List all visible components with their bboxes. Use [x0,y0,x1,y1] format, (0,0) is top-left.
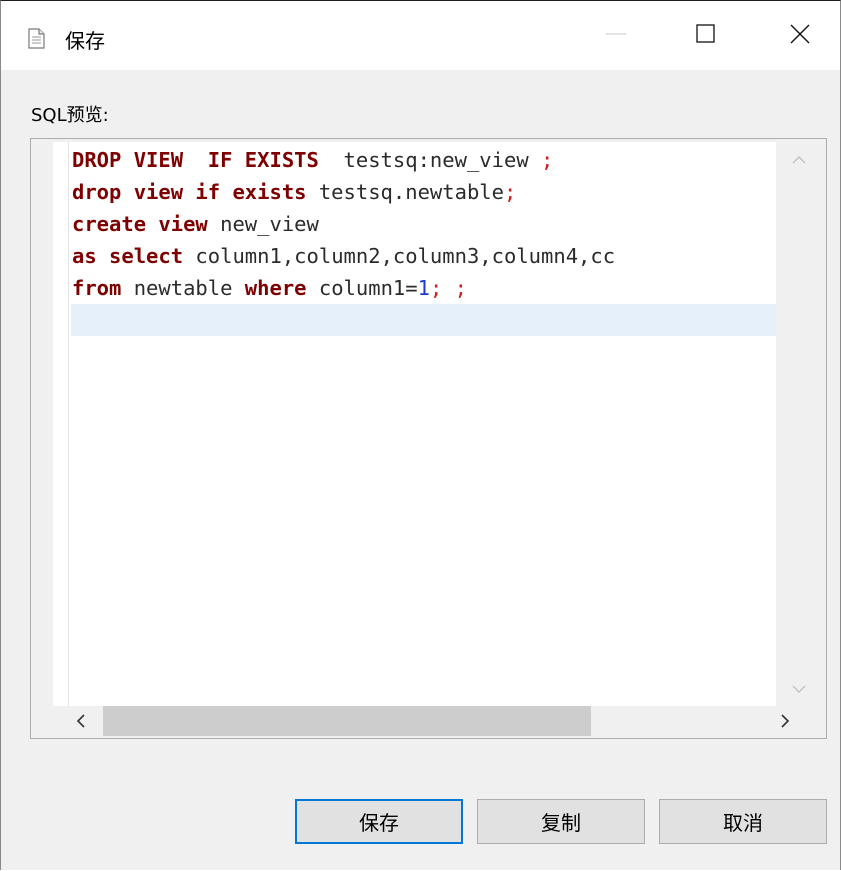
title-bar[interactable]: 保存 [1,1,840,70]
sql-editor[interactable]: DROP VIEW IF EXISTS testsq:new_view ; dro… [53,142,776,706]
sql-number: 1 [417,276,430,300]
horizontal-scroll-thumb[interactable] [103,706,591,736]
sql-code[interactable]: DROP VIEW IF EXISTS testsq:new_view ; dro… [71,144,776,336]
scroll-up-icon[interactable] [789,150,809,170]
code-line[interactable]: drop view if exists testsq.newtable; [72,176,776,208]
sql-semicolon: ; [429,276,443,300]
vertical-scrollbar[interactable] [776,142,822,706]
scroll-down-icon[interactable] [789,679,809,699]
sql-keyword: DROP VIEW IF EXISTS [72,148,319,172]
sql-keyword: where [244,276,307,300]
code-line[interactable]: from newtable where column1=1; ; [72,272,776,304]
copy-button[interactable]: 复制 [477,799,645,844]
code-line[interactable]: create view new_view [72,208,776,240]
horizontal-scrollbar[interactable] [53,706,822,736]
sql-semicolon: ; [541,148,554,172]
editor-gutter [53,142,69,706]
sql-semicolon: ; [454,276,467,300]
code-line[interactable]: as select column1,column2,column3,column… [72,240,776,272]
sql-text: column1= [306,276,418,300]
sql-preview-panel: DROP VIEW IF EXISTS testsq:new_view ; dro… [30,138,827,739]
minimize-icon [606,24,626,48]
document-icon [28,28,45,49]
sql-semicolon: ; [503,180,517,204]
window-title: 保存 [65,29,105,53]
sql-text: newtable [121,276,245,300]
sql-text: testsq:new_view [318,148,542,172]
sql-keyword: from [72,276,122,300]
cancel-button[interactable]: 取消 [659,799,827,844]
close-button[interactable] [770,11,830,61]
sql-preview-label: SQL预览: [31,105,109,126]
sql-keyword: as select [72,244,184,268]
maximize-button[interactable] [676,11,736,61]
code-line[interactable]: DROP VIEW IF EXISTS testsq:new_view ; [72,144,776,176]
save-button[interactable]: 保存 [295,799,463,844]
sql-keyword: create view [72,212,208,236]
sql-keyword: drop view if exists [72,180,307,204]
close-icon [790,24,810,48]
minimize-button[interactable] [586,11,646,61]
sql-text: testsq.newtable [306,180,504,204]
scroll-right-icon[interactable] [775,711,795,731]
scroll-left-icon[interactable] [71,711,91,731]
current-line[interactable] [71,304,776,336]
sql-text: column1,column2,column3,column4,cc [183,244,616,268]
save-dialog: 保存 SQL预览: DROP VIEW IF EXISTS testsq:new… [0,0,841,870]
sql-text: new_view [207,212,319,236]
maximize-icon [696,24,716,48]
